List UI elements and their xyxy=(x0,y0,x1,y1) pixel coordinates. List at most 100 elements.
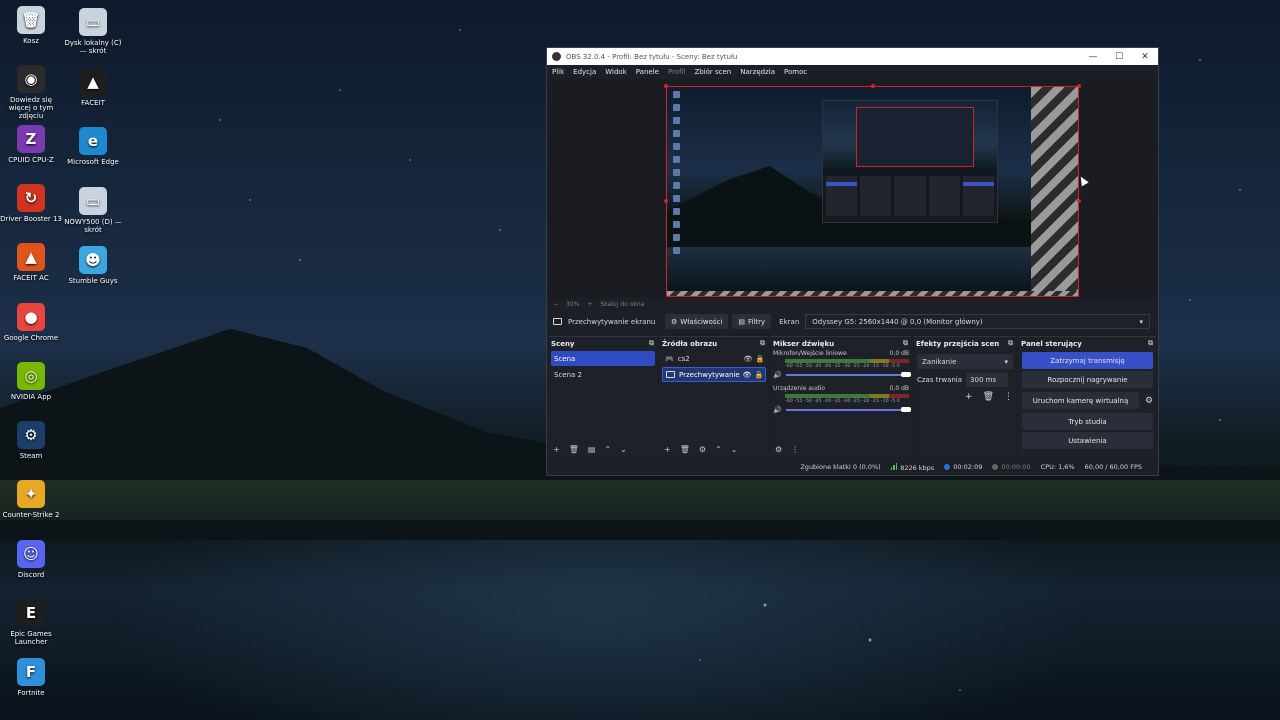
filters-button[interactable]: ▤ Filtry xyxy=(732,314,772,329)
dock-menu-icon[interactable]: ⧉ xyxy=(760,339,765,348)
menu-pomoc[interactable]: Pomoc xyxy=(784,68,807,76)
scene-label: Scena xyxy=(554,354,576,363)
desktop-shortcut[interactable]: ▭ NOWY500 (D) — skrót xyxy=(62,186,124,234)
trash-icon[interactable]: 🗑 xyxy=(983,392,994,402)
volume-slider[interactable] xyxy=(785,372,911,377)
trash-icon[interactable]: 🗑 xyxy=(569,445,579,454)
desktop-shortcut[interactable]: ☻ Stumble Guys xyxy=(62,246,124,285)
maximize-icon[interactable]: ☐ xyxy=(1106,52,1132,62)
start-recording-button[interactable]: Rozpocznij nagrywanie xyxy=(1022,371,1153,388)
close-icon[interactable]: ✕ xyxy=(1132,52,1158,62)
desktop-shortcut[interactable]: ▲ FACEIT AC xyxy=(0,243,62,282)
visibility-icon[interactable]: 👁 xyxy=(741,371,753,379)
desktop-shortcut[interactable]: 🗑 Kosz xyxy=(0,6,62,45)
add-icon[interactable]: + xyxy=(553,445,560,454)
dock-menu-icon[interactable]: ⧉ xyxy=(1148,339,1153,348)
desktop-shortcut[interactable]: Z CPUID CPU-Z xyxy=(0,124,62,164)
move-up-icon[interactable]: ⌃ xyxy=(715,445,722,454)
preview-canvas[interactable] xyxy=(664,84,1081,297)
desktop-shortcut-label: NVIDIA App xyxy=(10,392,52,401)
mixer-channel: Urządzenie audio 0,0 dB -60 -55 -50 -45 -… xyxy=(771,385,911,414)
controls-dock: Panel sterujący ⧉ Zatrzymaj transmisję Ro… xyxy=(1019,336,1156,457)
desktop-shortcut[interactable]: e Microsoft Edge xyxy=(62,127,124,166)
status-bar: Zgubione klatki 0 (0,0%) 8226 kbps 00:02… xyxy=(547,459,1158,475)
edge-icon: e xyxy=(79,127,107,155)
properties-label: Właściwości xyxy=(680,317,723,326)
dock-menu-icon[interactable]: ⧉ xyxy=(649,339,654,348)
menu-narzedzia[interactable]: Narzędzia xyxy=(740,68,775,76)
screen-select[interactable]: Odyssey G5: 2560x1440 @ 0,0 (Monitor głó… xyxy=(805,314,1150,329)
chrome-icon: ● xyxy=(17,302,45,331)
menu-panele[interactable]: Panele xyxy=(636,68,659,76)
desktop-shortcut[interactable]: ◎ NVIDIA App xyxy=(0,361,62,401)
filters-label: Filtry xyxy=(748,317,766,326)
add-icon[interactable]: + xyxy=(664,445,671,454)
preview-bottom-stripes xyxy=(667,291,1078,296)
virtual-camera-button[interactable]: Uruchom kamerę wirtualną xyxy=(1022,392,1139,409)
zoom-in-button[interactable]: + xyxy=(587,301,592,308)
filter-icon[interactable]: ▤ xyxy=(588,445,596,454)
menu-profil[interactable]: Profil xyxy=(668,68,685,76)
resize-handle[interactable] xyxy=(1077,84,1081,88)
zoom-out-button[interactable]: − xyxy=(553,301,558,308)
desktop-shortcut[interactable]: ⚙ Steam xyxy=(0,421,62,460)
desktop-shortcut-label: Microsoft Edge xyxy=(67,158,119,166)
move-down-icon[interactable]: ⌄ xyxy=(731,445,738,454)
gear-icon[interactable]: ⚙ xyxy=(1142,396,1156,406)
camera-info-icon: ◉ xyxy=(17,65,45,94)
lock-icon[interactable]: 🔒 xyxy=(753,371,765,379)
source-item[interactable]: 🎮 cs2 👁 🔒 xyxy=(662,351,766,366)
desktop-shortcut-label: Google Chrome xyxy=(3,333,59,342)
desktop-shortcut[interactable]: ▭ Dysk lokalny (C) — skrót xyxy=(62,8,124,55)
advanced-audio-icon[interactable]: ⚙ xyxy=(775,445,782,454)
scene-item[interactable]: Scena 2 xyxy=(551,367,655,382)
volume-slider[interactable] xyxy=(785,407,911,412)
speaker-icon[interactable]: 🔊 xyxy=(773,406,782,414)
trash-icon[interactable]: 🗑 xyxy=(680,445,690,454)
gear-icon[interactable]: ⚙ xyxy=(699,445,706,454)
desktop-shortcut[interactable]: ◉ Dowiedz się więcej o tym zdjęciu xyxy=(0,65,62,120)
desktop-shortcut[interactable]: ↻ Driver Booster 13 xyxy=(0,183,62,223)
desktop-shortcut[interactable]: F Fortnite xyxy=(0,658,62,697)
move-up-icon[interactable]: ⌃ xyxy=(604,445,611,454)
move-down-icon[interactable]: ⌄ xyxy=(620,445,627,454)
fit-to-window-button[interactable]: Skaluj do okna xyxy=(600,301,644,308)
more-icon[interactable]: ⋮ xyxy=(791,445,799,454)
dock-menu-icon[interactable]: ⧉ xyxy=(1008,339,1013,348)
dock-menu-icon[interactable]: ⧉ xyxy=(903,339,908,348)
duration-input[interactable]: 300 ms xyxy=(966,373,1009,387)
record-status-icon xyxy=(992,464,999,470)
resize-handle[interactable] xyxy=(1077,199,1081,203)
minimize-icon[interactable]: — xyxy=(1080,52,1106,62)
settings-button[interactable]: Ustawienia xyxy=(1022,432,1153,449)
scene-item[interactable]: Scena xyxy=(551,351,655,366)
speaker-icon[interactable]: 🔊 xyxy=(773,371,782,379)
desktop-shortcut[interactable]: E Epic Games Launcher xyxy=(0,599,62,646)
more-icon[interactable]: ⋮ xyxy=(1004,392,1013,402)
resize-handle[interactable] xyxy=(664,84,668,88)
menu-zbior-scen[interactable]: Zbiór scen xyxy=(694,68,731,76)
transition-select[interactable]: Zanikanie ▾ xyxy=(917,354,1013,369)
lock-icon[interactable]: 🔒 xyxy=(754,355,766,363)
studio-mode-button[interactable]: Tryb studia xyxy=(1022,413,1153,430)
menu-edycja[interactable]: Edycja xyxy=(573,68,596,76)
desktop-shortcut[interactable]: ✦ Counter-Strike 2 xyxy=(0,480,62,519)
properties-button[interactable]: ⚙ Właściwości xyxy=(665,314,729,329)
scenes-dock: Sceny ⧉ Scena Scena 2 + 🗑 ▤ ⌃ ⌄ xyxy=(549,336,657,457)
volume-meter xyxy=(785,394,909,398)
preview-area[interactable] xyxy=(547,79,1158,298)
menu-plik[interactable]: Plik xyxy=(552,68,564,76)
desktop-shortcut[interactable]: ● Google Chrome xyxy=(0,302,62,342)
stop-stream-button[interactable]: Zatrzymaj transmisję xyxy=(1022,352,1153,369)
desktop-shortcut[interactable]: ☺ Discord xyxy=(0,539,62,579)
desktop-shortcut[interactable]: ▲ FACEIT xyxy=(62,67,124,107)
obs-titlebar[interactable]: OBS 32.0.4 - Profil: Bez tytułu - Sceny:… xyxy=(547,48,1158,65)
resize-handle[interactable] xyxy=(664,199,668,203)
source-item[interactable]: Przechwytywanie 👁 🔒 xyxy=(662,367,766,382)
controls-title: Panel sterujący xyxy=(1021,339,1082,348)
desktop-shortcut-label: NOWY500 (D) — skrót xyxy=(64,217,122,234)
visibility-icon[interactable]: 👁 xyxy=(742,355,754,363)
resize-handle[interactable] xyxy=(871,84,875,88)
add-icon[interactable]: + xyxy=(965,392,973,402)
menu-widok[interactable]: Widok xyxy=(605,68,627,76)
